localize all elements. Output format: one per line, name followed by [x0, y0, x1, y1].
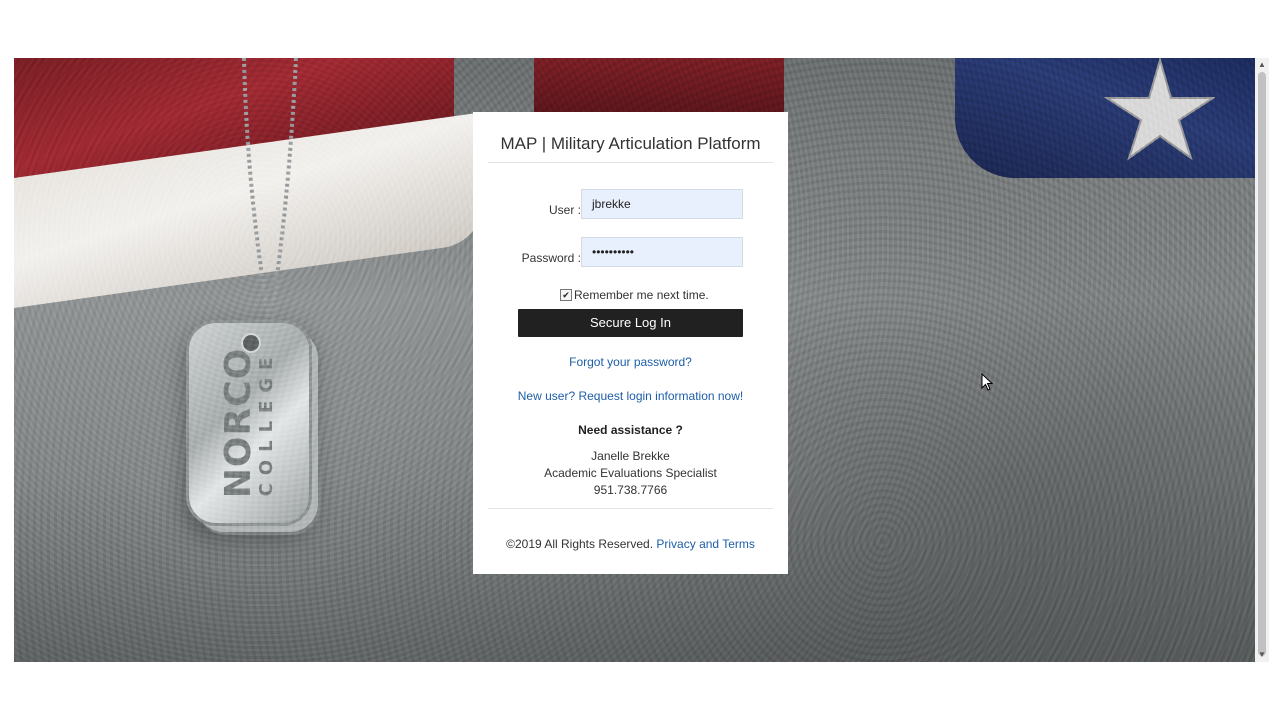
- page-title: MAP | Military Articulation Platform: [488, 134, 773, 163]
- user-label: User :: [548, 203, 581, 217]
- mouse-pointer-icon: [981, 373, 993, 391]
- forgot-password-link[interactable]: Forgot your password?: [473, 355, 788, 369]
- dogtag-logo: NORCO COLLEGE: [218, 347, 277, 499]
- scroll-down-arrow-icon[interactable]: ▼: [1255, 648, 1269, 662]
- remember-checkbox[interactable]: ✔: [560, 289, 572, 301]
- footer: ©2019 All Rights Reserved. Privacy and T…: [473, 537, 788, 551]
- star-icon: [1103, 58, 1215, 161]
- request-login-link[interactable]: New user? Request login information now!: [473, 389, 788, 403]
- password-label: Password :: [521, 251, 581, 265]
- dogtag-logo-line2: COLLEGE: [256, 349, 277, 497]
- divider: [488, 508, 773, 509]
- contact-role: Academic Evaluations Specialist: [544, 466, 717, 480]
- password-input[interactable]: ••••••••••: [581, 237, 743, 267]
- scroll-thumb[interactable]: [1258, 72, 1266, 656]
- user-input[interactable]: jbrekke: [581, 189, 743, 219]
- password-row: Password : ••••••••••: [473, 237, 788, 267]
- dogtag-logo-line1: NORCO: [218, 347, 259, 499]
- user-row: User : jbrekke: [473, 189, 788, 219]
- login-card: MAP | Military Articulation Platform Use…: [473, 112, 788, 574]
- remember-me[interactable]: ✔ Remember me next time.: [560, 288, 709, 302]
- remember-label[interactable]: Remember me next time.: [574, 288, 709, 302]
- privacy-terms-link[interactable]: Privacy and Terms: [656, 537, 754, 551]
- dogtag: NORCO COLLEGE: [186, 320, 312, 526]
- secure-login-button[interactable]: Secure Log In: [518, 309, 743, 337]
- contact-phone: 951.738.7766: [593, 483, 668, 497]
- dogtag-chain-icon: [242, 58, 298, 329]
- copyright-text: ©2019 All Rights Reserved.: [506, 537, 654, 551]
- scroll-up-arrow-icon[interactable]: ▲: [1255, 58, 1269, 72]
- assistance-heading: Need assistance ?: [578, 423, 683, 437]
- flag-red-stripe-top: [534, 58, 784, 118]
- contact-name: Janelle Brekke: [591, 449, 670, 463]
- page-scrollbar[interactable]: ▲ ▼: [1255, 58, 1269, 662]
